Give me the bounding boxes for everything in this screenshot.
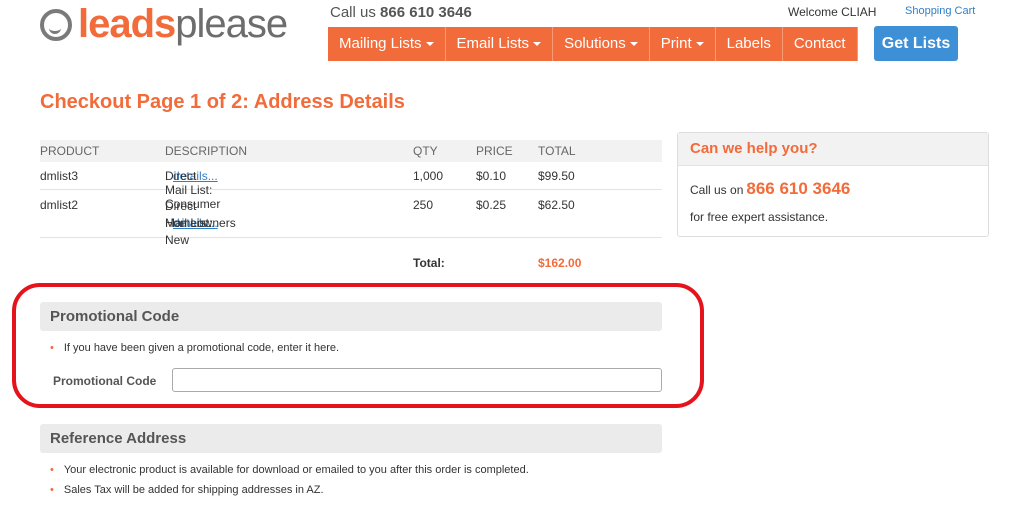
highlight-annotation [12, 283, 704, 408]
price-cell: $0.25 [476, 198, 507, 212]
table-row: dmlist3 Direct Mail List: Consumer detail… [40, 162, 662, 211]
caret-down-icon [695, 42, 704, 47]
shopping-cart-link[interactable]: Shopping Cart [905, 5, 975, 17]
table-row: dmlist2 Direct Mail List: New Homeowners d… [40, 190, 662, 247]
welcome-text: Welcome CLIAH [788, 5, 877, 19]
call-prefix: Call us [330, 4, 381, 21]
nav-label: Email Lists [456, 35, 530, 52]
total-cell: $99.50 [538, 169, 575, 183]
col-description: DESCRIPTION [165, 144, 248, 158]
col-price: PRICE [476, 144, 513, 158]
nav-label: Labels [726, 35, 771, 52]
smile-logo-icon [40, 8, 72, 41]
page-title: Checkout Page 1 of 2: Address Details [40, 91, 405, 113]
total-cell: $62.50 [538, 198, 575, 212]
nav-label: Contact [793, 35, 846, 52]
help-box: Can we help you? Call us on 866 610 3646 … [677, 132, 989, 237]
caret-down-icon [425, 42, 434, 47]
help-call-prefix: Call us on [690, 183, 744, 197]
order-total-value: $162.00 [538, 256, 582, 270]
phone-number[interactable]: 866 610 3646 [380, 4, 472, 21]
help-phone-number[interactable]: 866 610 3646 [746, 179, 850, 198]
product-cell: dmlist2 [40, 198, 79, 212]
caret-down-icon [533, 42, 542, 47]
reference-bullet: Sales Tax will be added for shipping add… [50, 484, 324, 496]
description-line2: Homeowners [165, 216, 236, 230]
nav-mailing-lists[interactable]: Mailing Lists [328, 27, 446, 61]
help-assistance-text: for free expert assistance. [690, 210, 829, 224]
qty-cell: 250 [413, 198, 434, 212]
get-lists-button[interactable]: Get Lists [874, 26, 958, 61]
order-total-label: Total: [413, 256, 445, 270]
help-phone-line: Call us on 866 610 3646 [690, 179, 850, 199]
main-nav: Mailing Lists Email Lists Solutions Prin… [328, 27, 858, 61]
nav-label: Print [660, 35, 692, 52]
nav-email-lists[interactable]: Email Lists [445, 27, 554, 61]
cart-table: PRODUCT DESCRIPTION QTY PRICE TOTAL dmli… [40, 140, 662, 247]
nav-labels[interactable]: Labels [715, 27, 783, 61]
logo-text-leads: leads [78, 2, 176, 46]
reference-section-heading: Reference Address [40, 424, 662, 453]
table-header: PRODUCT DESCRIPTION QTY PRICE TOTAL [40, 140, 662, 162]
price-cell: $0.10 [476, 169, 507, 183]
header-phone: Call us 866 610 3646 [330, 4, 472, 21]
help-heading: Can we help you? [678, 133, 988, 166]
qty-cell: 1,000 [413, 169, 444, 183]
reference-bullet: Your electronic product is available for… [50, 464, 529, 476]
caret-down-icon [629, 42, 638, 47]
description-cell: Direct Mail List: Consumer details... [165, 169, 220, 211]
nav-print[interactable]: Print [649, 27, 716, 61]
logo-text-please: please [175, 2, 288, 46]
col-product: PRODUCT [40, 144, 100, 158]
nav-label: Solutions [564, 35, 626, 52]
product-cell: dmlist3 [40, 169, 79, 183]
description-cell: Direct Mail List: New Homeowners details..… [165, 198, 236, 247]
nav-solutions[interactable]: Solutions [553, 27, 650, 61]
nav-label: Mailing Lists [339, 35, 422, 52]
logo[interactable]: leads please [40, 2, 288, 47]
col-qty: QTY [413, 144, 438, 158]
nav-contact[interactable]: Contact [782, 27, 858, 61]
col-total: TOTAL [538, 144, 576, 158]
